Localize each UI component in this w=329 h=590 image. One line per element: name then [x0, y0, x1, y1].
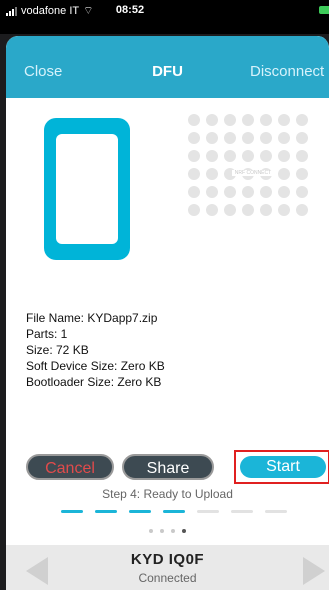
logo-dot: [242, 150, 254, 162]
logo-dot: [260, 150, 272, 162]
file-size: Size: 72 KB: [26, 343, 89, 357]
soft-device-size: Soft Device Size: Zero KB: [26, 359, 165, 373]
logo-dot: [206, 132, 218, 144]
logo-dot: [242, 114, 254, 126]
logo-dot: [260, 132, 272, 144]
progress-step: [163, 510, 185, 513]
step-label: Step 4: Ready to Upload: [102, 487, 233, 501]
dfu-content: NRF CONNECT File Name: KYDapp7.zip Parts…: [6, 98, 329, 590]
share-button[interactable]: Share: [122, 454, 214, 480]
modal-background: [0, 22, 329, 50]
logo-dot: [278, 168, 290, 180]
logo-dot: [224, 114, 236, 126]
logo-dot: [296, 150, 308, 162]
logo-dot: [188, 186, 200, 198]
logo-dot: [206, 114, 218, 126]
progress-step: [95, 510, 117, 513]
device-name: KYD IQ0F: [130, 551, 205, 568]
logo-dot: [260, 114, 272, 126]
logo-dot: [296, 132, 308, 144]
start-button-highlight[interactable]: Start: [234, 450, 329, 484]
progress-step: [197, 510, 219, 513]
logo-dot: [188, 150, 200, 162]
logo-dot: [224, 204, 236, 216]
device-status: Connected: [138, 571, 197, 585]
logo-dot: [278, 186, 290, 198]
file-parts: Parts: 1: [26, 327, 68, 341]
logo-dot: [278, 150, 290, 162]
status-time: 08:52: [115, 4, 145, 16]
status-bar: vodafone IT ⌔ 08:52: [0, 0, 329, 22]
logo-dot: [296, 114, 308, 126]
dfu-sheet: Close DFU Disconnect NRF CONNECT File Na…: [6, 36, 329, 590]
logo-dot: [278, 114, 290, 126]
phone-icon: [44, 118, 130, 260]
phone-screen: [56, 134, 118, 244]
logo-dot: [260, 186, 272, 198]
progress-step: [265, 510, 287, 513]
logo-text: NRF CONNECT: [232, 170, 274, 176]
progress-step: [129, 510, 151, 513]
page-dot[interactable]: [149, 529, 153, 533]
logo-dot: [188, 132, 200, 144]
logo-dot: [278, 132, 290, 144]
logo-dot: [296, 186, 308, 198]
logo-dot: [206, 150, 218, 162]
page-indicator[interactable]: [6, 529, 329, 533]
page-dot[interactable]: [182, 529, 186, 533]
logo-dot: [296, 168, 308, 180]
step-progress: [61, 510, 287, 513]
next-arrow-icon[interactable]: [303, 557, 325, 585]
file-info: File Name: KYDapp7.zip Parts: 1 Size: 72…: [26, 310, 165, 390]
start-button[interactable]: Start: [240, 456, 326, 478]
progress-step: [231, 510, 253, 513]
action-buttons: Cancel Share Start: [6, 450, 329, 484]
page-dot[interactable]: [171, 529, 175, 533]
page-dot[interactable]: [160, 529, 164, 533]
nrf-connect-logo-icon: NRF CONNECT: [188, 114, 329, 254]
file-name: File Name: KYDapp7.zip: [26, 311, 158, 325]
logo-dot: [224, 186, 236, 198]
logo-dot: [242, 186, 254, 198]
navbar: Close DFU Disconnect: [6, 36, 329, 98]
battery-icon: [319, 6, 329, 14]
logo-dot: [260, 204, 272, 216]
progress-step: [61, 510, 83, 513]
logo-dot: [242, 132, 254, 144]
disconnect-button[interactable]: Disconnect: [250, 63, 324, 80]
logo-dot: [242, 204, 254, 216]
logo-dot: [296, 204, 308, 216]
bootloader-size: Bootloader Size: Zero KB: [26, 375, 162, 389]
logo-dot: [278, 204, 290, 216]
logo-dot: [224, 150, 236, 162]
logo-dot: [188, 204, 200, 216]
logo-dot: [206, 186, 218, 198]
logo-dot: [206, 204, 218, 216]
logo-dot: [188, 168, 200, 180]
cancel-button[interactable]: Cancel: [26, 454, 114, 480]
logo-dot: [206, 168, 218, 180]
device-footer: KYD IQ0F Connected: [6, 545, 329, 590]
logo-dot: [224, 132, 236, 144]
logo-dot: [188, 114, 200, 126]
